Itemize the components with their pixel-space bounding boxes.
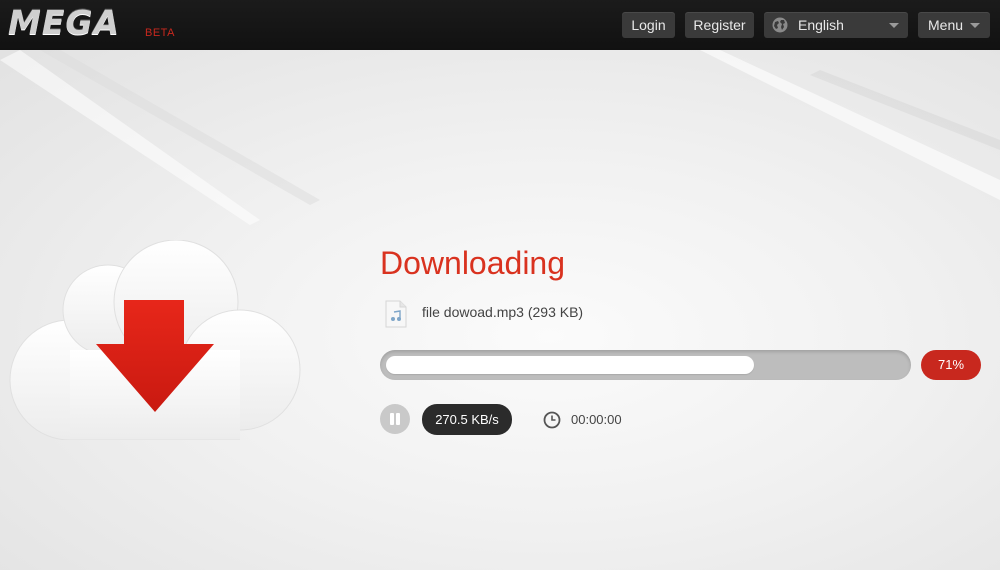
- background-streaks: [0, 50, 1000, 225]
- pause-icon: [396, 413, 400, 425]
- register-button[interactable]: Register: [685, 12, 754, 38]
- pause-button[interactable]: [380, 404, 410, 434]
- language-dropdown[interactable]: English: [764, 12, 908, 38]
- progress-fill: [386, 356, 754, 374]
- elapsed-time: 00:00:00: [571, 412, 622, 427]
- progress-percent-badge: 71%: [921, 350, 981, 380]
- top-bar: MEGA BETA Login Register English Menu: [0, 0, 1000, 50]
- main-content: Downloading file dowoad.mp3 (293 KB) 71%…: [0, 50, 1000, 570]
- mega-logo[interactable]: MEGA: [8, 6, 120, 40]
- music-file-icon: [385, 300, 407, 328]
- download-speed: 270.5 KB/s: [422, 404, 512, 435]
- file-name: file dowoad.mp3 (293 KB): [422, 304, 584, 320]
- pause-icon: [390, 413, 394, 425]
- chevron-down-icon: [889, 23, 899, 28]
- menu-button[interactable]: Menu: [918, 12, 990, 38]
- progress-bar: [380, 350, 911, 380]
- login-button[interactable]: Login: [622, 12, 675, 38]
- cloud-download-icon: [9, 240, 301, 440]
- language-label: English: [798, 17, 844, 33]
- globe-icon: [772, 17, 788, 33]
- clock-icon: [543, 411, 561, 429]
- chevron-down-icon: [970, 23, 980, 28]
- menu-label: Menu: [928, 17, 964, 33]
- beta-label: BETA: [145, 27, 175, 39]
- page-title: Downloading: [380, 245, 566, 281]
